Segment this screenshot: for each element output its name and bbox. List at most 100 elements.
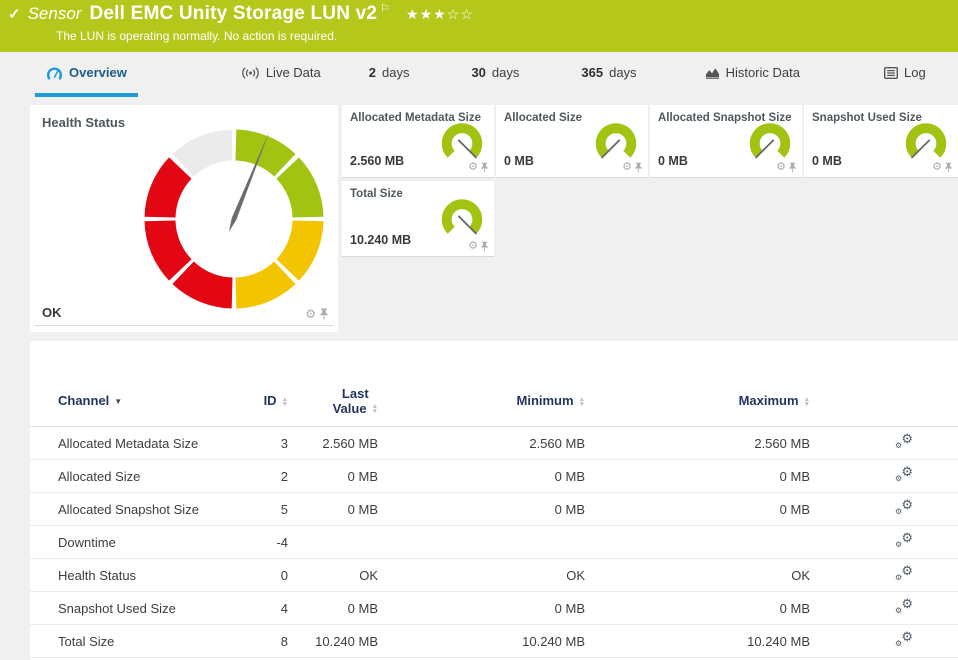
tab-30-days[interactable]: 30 days <box>460 52 530 97</box>
panel-gear-icon[interactable]: ⚙ <box>932 162 942 173</box>
tile-value: 0 MB <box>658 154 688 168</box>
channel-name: Allocated Metadata Size <box>58 435 199 451</box>
tab-overview-label: Overview <box>69 65 127 80</box>
health-status-gauge <box>144 129 324 309</box>
channel-name: Health Status <box>58 567 137 583</box>
channel-last-value: 2.560 MB <box>322 435 378 451</box>
table-row: Allocated Snapshot Size 5 0 MB 0 MB 0 MB… <box>30 493 958 526</box>
channel-last-value: OK <box>359 567 378 583</box>
tab-2-days[interactable]: 2 days <box>358 52 421 97</box>
tab-log-label: Log <box>903 65 926 80</box>
tile-allocated-size: Allocated Size 0 MB ⚙ <box>496 105 648 178</box>
channel-id: 4 <box>280 600 288 616</box>
priority-stars[interactable]: ★★★☆☆ <box>406 6 474 23</box>
stars-filled: ★★★ <box>406 6 447 22</box>
tab-30-days-unit: days <box>491 65 520 80</box>
channel-maximum: 10.240 MB <box>747 633 810 649</box>
channel-name: Snapshot Used Size <box>58 600 176 616</box>
pin-icon[interactable] <box>945 162 952 173</box>
pin-icon[interactable] <box>481 162 488 173</box>
channel-id: 5 <box>280 501 288 517</box>
channel-minimum: 10.240 MB <box>522 633 585 649</box>
column-header-id[interactable]: ID ▲ ▼ <box>233 393 288 408</box>
tile-allocated-snapshot-size: Allocated Snapshot Size 0 MB ⚙ <box>650 105 802 178</box>
log-list-icon <box>883 66 898 79</box>
mini-gauge <box>441 123 483 159</box>
sort-descending-icon: ▼ <box>114 397 123 406</box>
column-header-channel[interactable]: Channel ▼ <box>58 393 233 408</box>
panel-gear-icon[interactable]: ⚙ <box>468 162 478 173</box>
channel-last-value: 0 MB <box>347 468 378 484</box>
channel-last-value: 0 MB <box>347 600 378 616</box>
channel-settings-icon[interactable]: ⚙ ⚙ <box>895 531 913 549</box>
tab-2-days-unit: days <box>381 65 410 80</box>
tab-historic-data[interactable]: Historic Data <box>694 52 811 97</box>
panel-gear-icon[interactable]: ⚙ <box>776 162 786 173</box>
tab-live-data-label: Live Data <box>265 65 321 80</box>
table-row: Total Size 8 10.240 MB 10.240 MB 10.240 … <box>30 625 958 658</box>
column-header-maximum[interactable]: Maximum ▲ ▼ <box>585 393 810 408</box>
flag-icon[interactable]: ⚐ <box>380 2 390 15</box>
channel-name: Allocated Snapshot Size <box>58 501 199 517</box>
health-gauge-title: Health Status <box>42 115 126 130</box>
mini-gauge <box>441 199 483 235</box>
pin-icon[interactable] <box>789 162 796 173</box>
panel-gear-icon[interactable]: ⚙ <box>622 162 632 173</box>
panel-gear-icon[interactable]: ⚙ <box>468 241 478 252</box>
channel-minimum: 2.560 MB <box>529 435 585 451</box>
stars-empty: ☆☆ <box>446 6 474 22</box>
panel-gear-icon[interactable]: ⚙ <box>305 308 316 320</box>
channel-maximum: 0 MB <box>779 468 810 484</box>
channel-settings-icon[interactable]: ⚙ ⚙ <box>895 465 913 483</box>
channel-last-value: 0 MB <box>347 501 378 517</box>
tile-allocated-metadata-size: Allocated Metadata Size 2.560 MB ⚙ <box>342 105 494 178</box>
table-row: Downtime -4 ⚙ ⚙ <box>30 526 958 559</box>
channel-id: -4 <box>276 534 288 550</box>
channel-name: Allocated Size <box>58 468 141 484</box>
column-header-minimum[interactable]: Minimum ▲ ▼ <box>378 393 586 408</box>
channel-name: Downtime <box>58 534 116 550</box>
mini-gauge <box>749 123 791 159</box>
mini-gauge <box>905 123 947 159</box>
health-status-panel: Health Status OK ⚙ <box>30 105 338 332</box>
pin-icon[interactable] <box>635 162 642 173</box>
pin-icon[interactable] <box>481 241 488 252</box>
channel-settings-icon[interactable]: ⚙ ⚙ <box>895 498 913 516</box>
channel-id: 3 <box>280 435 288 451</box>
channel-name: Total Size <box>58 633 115 649</box>
channel-settings-icon[interactable]: ⚙ ⚙ <box>895 564 913 582</box>
tab-365-days[interactable]: 365 days <box>570 52 647 97</box>
gauge-icon <box>46 67 63 80</box>
sensor-status-message: The LUN is operating normally. No action… <box>56 29 338 43</box>
channel-minimum: OK <box>566 567 585 583</box>
tab-30-days-number: 30 <box>471 65 486 80</box>
sensor-status-banner: ✓ Sensor Dell EMC Unity Storage LUN v2 ⚐… <box>0 0 958 52</box>
tab-overview[interactable]: Overview <box>35 52 138 97</box>
live-data-icon <box>242 66 259 79</box>
channel-id: 8 <box>280 633 288 649</box>
channel-minimum: 0 MB <box>554 468 585 484</box>
tile-title: Total Size <box>350 188 403 200</box>
column-header-last-value[interactable]: Last Value ▲ ▼ <box>288 386 378 416</box>
tab-2-days-number: 2 <box>368 65 376 80</box>
tile-title: Allocated Size <box>504 112 582 124</box>
pin-icon[interactable] <box>320 308 328 320</box>
tab-historic-data-label: Historic Data <box>725 65 800 80</box>
channel-settings-icon[interactable]: ⚙ ⚙ <box>895 597 913 615</box>
channel-settings-icon[interactable]: ⚙ ⚙ <box>895 630 913 648</box>
tab-live-data[interactable]: Live Data <box>230 52 332 97</box>
table-row: Allocated Size 2 0 MB 0 MB 0 MB ⚙ ⚙ <box>30 460 958 493</box>
tab-365-days-number: 365 <box>581 65 604 80</box>
channel-id: 2 <box>280 468 288 484</box>
tile-value: 2.560 MB <box>350 154 405 168</box>
channel-id: 0 <box>280 567 288 583</box>
channel-settings-icon[interactable]: ⚙ ⚙ <box>895 432 913 450</box>
tab-log[interactable]: Log <box>873 52 937 97</box>
sort-icon: ▲ ▼ <box>803 395 810 408</box>
channel-maximum: OK <box>791 567 810 583</box>
table-row: Allocated Metadata Size 3 2.560 MB 2.560… <box>30 427 958 460</box>
table-row: Health Status 0 OK OK OK ⚙ ⚙ <box>30 559 958 592</box>
object-kind-label: Sensor <box>27 4 82 23</box>
tile-value: 0 MB <box>812 154 842 168</box>
status-ok-check-icon: ✓ <box>8 6 21 23</box>
